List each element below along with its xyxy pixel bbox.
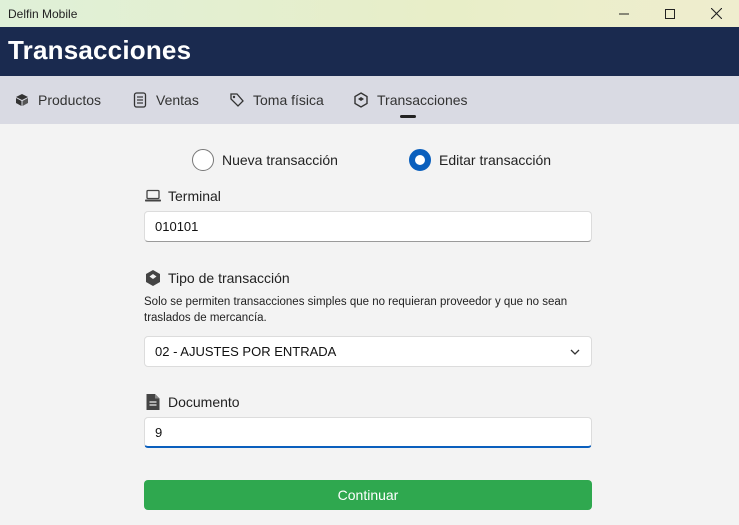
radio-label: Nueva transacción (222, 152, 338, 168)
document-input[interactable]: 9 (144, 417, 592, 448)
tab-ventas[interactable]: Ventas (132, 76, 199, 124)
minimize-button[interactable] (601, 0, 647, 27)
chevron-down-icon (570, 349, 580, 355)
terminal-input[interactable]: 010101 (144, 211, 592, 242)
selected-tab-indicator (400, 115, 416, 118)
box-icon (14, 92, 30, 108)
tab-toma-fisica[interactable]: Toma física (229, 76, 324, 124)
tag-icon (229, 92, 245, 108)
document-label: Documento (144, 392, 240, 412)
tab-productos[interactable]: Productos (14, 76, 101, 124)
transaction-type-helper: Solo se permiten transacciones simples q… (144, 296, 568, 324)
receipt-icon (132, 92, 148, 108)
terminal-label-text: Terminal (168, 188, 221, 204)
document-icon (144, 393, 162, 411)
transaction-type-label: Tipo de transacción (144, 268, 290, 288)
window-title: Delfin Mobile (8, 6, 78, 21)
radio-nueva-transaccion[interactable]: Nueva transacción (192, 148, 338, 172)
tab-label: Ventas (156, 92, 199, 108)
tab-bar: Productos Ventas Toma física Transaccion… (0, 76, 739, 124)
radio-circle (409, 149, 431, 171)
radio-editar-transaccion[interactable]: Editar transacción (409, 148, 551, 172)
minimize-icon (619, 13, 629, 14)
laptop-icon (144, 187, 162, 205)
transaction-type-label-text: Tipo de transacción (168, 270, 290, 286)
close-icon (710, 8, 722, 19)
transaction-type-select[interactable]: 02 - AJUSTES POR ENTRADA (144, 336, 592, 367)
transaction-type-selected: 02 - AJUSTES POR ENTRADA (155, 344, 337, 359)
tab-label: Productos (38, 92, 102, 108)
maximize-icon (665, 8, 675, 19)
radio-label: Editar transacción (439, 152, 552, 168)
transaction-icon (353, 92, 369, 108)
terminal-label: Terminal (144, 186, 221, 206)
radio-circle (192, 149, 214, 171)
maximize-button[interactable] (647, 0, 693, 27)
transaction-icon (144, 269, 162, 287)
page-header: Transacciones (0, 27, 739, 76)
page-title: Transacciones (8, 35, 192, 65)
close-button[interactable] (693, 0, 739, 27)
document-label-text: Documento (168, 394, 240, 410)
tab-label: Transacciones (377, 92, 468, 108)
tab-label: Toma física (253, 92, 324, 108)
title-bar: Delfin Mobile (0, 0, 739, 27)
continue-button[interactable]: Continuar (144, 480, 592, 510)
